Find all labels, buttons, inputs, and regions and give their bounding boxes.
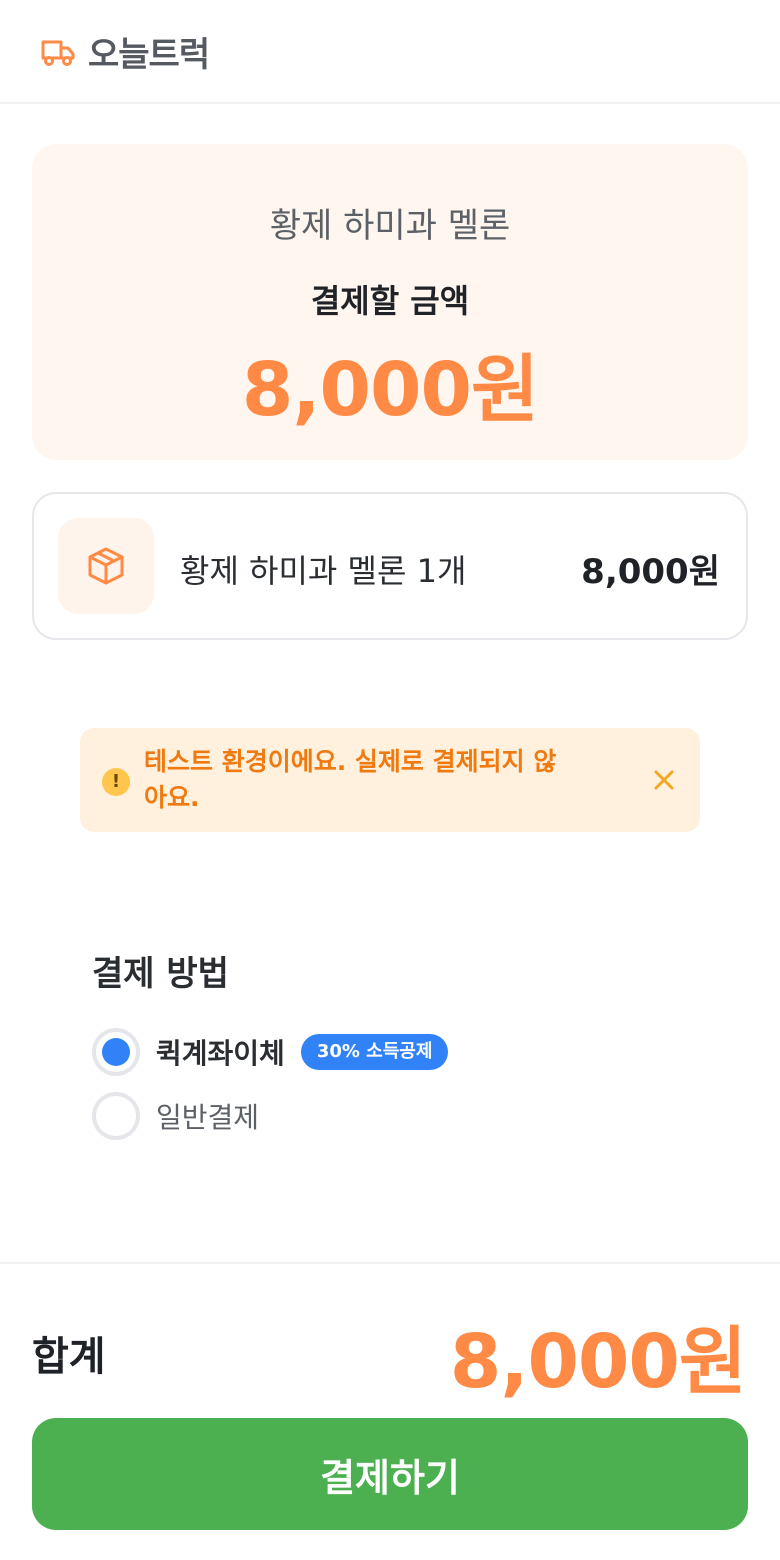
brand-name: 오늘트럭 <box>88 34 210 75</box>
warning-icon: ! <box>102 768 130 796</box>
radio-quick-transfer[interactable] <box>92 1028 140 1076</box>
payment-method-section: 결제 방법 퀵계좌이체 30% 소득공제 일반결제 <box>92 946 692 1140</box>
radio-general[interactable] <box>92 1092 140 1140</box>
deduction-badge: 30% 소득공제 <box>300 1034 449 1070</box>
test-env-notice: ! 테스트 환경이에요. 실제로 결제되지 않아요. <box>80 728 700 832</box>
amount-value: 8,000원 <box>241 347 539 433</box>
item-name: 황제 하미과 멜론 1개 <box>180 552 467 590</box>
total-label: 합계 <box>32 1334 106 1380</box>
truck-icon <box>41 40 75 66</box>
box-icon <box>88 547 124 585</box>
close-icon[interactable] <box>648 764 680 796</box>
product-name: 황제 하미과 멜론 <box>269 206 511 246</box>
pay-button[interactable]: 결제하기 <box>32 1418 748 1530</box>
option-label: 퀵계좌이체 <box>156 1037 285 1070</box>
item-price: 8,000원 <box>581 552 720 592</box>
amount-label: 결제할 금액 <box>310 282 470 320</box>
amount-summary-card: 황제 하미과 멜론 결제할 금액 8,000원 <box>32 144 748 460</box>
payment-method-title: 결제 방법 <box>92 954 229 994</box>
payment-option-quick-transfer[interactable]: 퀵계좌이체 30% 소득공제 <box>92 1028 449 1076</box>
option-label: 일반결제 <box>156 1101 260 1134</box>
notice-message: 테스트 환경이에요. 실제로 결제되지 않아요. <box>144 747 557 812</box>
payment-option-general[interactable]: 일반결제 <box>92 1092 259 1140</box>
item-thumbnail <box>58 518 154 614</box>
checkout-footer: 합계 8,000원 결제하기 <box>0 1262 780 1560</box>
order-item-card: 황제 하미과 멜론 1개 8,000원 <box>32 492 748 640</box>
app-header: 오늘트럭 <box>0 0 780 104</box>
total-amount: 8,000원 <box>449 1319 747 1405</box>
